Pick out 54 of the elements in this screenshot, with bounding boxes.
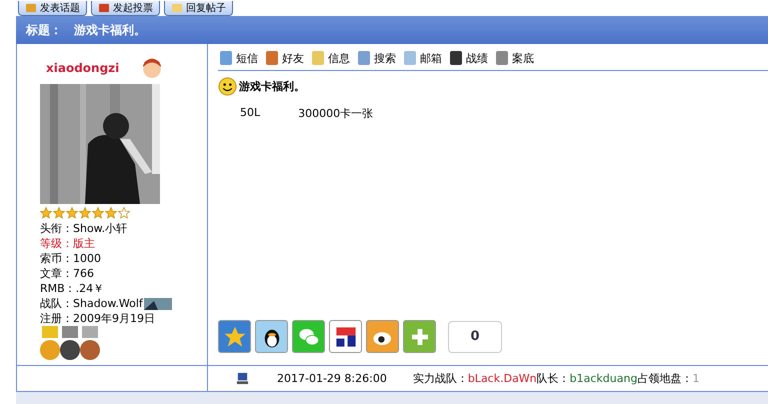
share-button[interactable] [329, 320, 362, 353]
share-count: 0 [448, 320, 502, 352]
toolbar-link[interactable]: 信息 [310, 50, 350, 66]
star-icon [92, 207, 104, 219]
toolbar-button[interactable]: 发表话题 [18, 1, 87, 16]
blocks-icon [334, 324, 358, 348]
toolbar-button[interactable]: 回复帖子 [164, 1, 233, 16]
star-icon [105, 207, 117, 219]
profile-field: 索币：1000 [40, 251, 101, 266]
toolbar-link[interactable]: 战绩 [448, 50, 488, 66]
toolbar-icon [264, 50, 280, 66]
username-link[interactable]: xiaodongzi [46, 61, 120, 75]
profile-field: 头衔：Show.小轩 [40, 221, 128, 236]
toolbar-icon [218, 50, 234, 66]
toolbar-link[interactable]: 搜索 [356, 50, 396, 66]
toolbar-icon [402, 50, 418, 66]
title-label: 标题： [26, 22, 62, 38]
star-icon [118, 207, 130, 219]
toolbar-link[interactable]: 好友 [264, 50, 304, 66]
toolbar-icon [356, 50, 372, 66]
computer-icon [236, 372, 249, 385]
share-button[interactable] [366, 320, 399, 353]
footer-text: 占领地盘： [637, 371, 692, 386]
footer-text: 队长： [536, 371, 570, 386]
share-button[interactable] [255, 320, 288, 353]
medals-drawing [40, 326, 100, 362]
toolbar-button[interactable]: 发起投票 [91, 1, 160, 16]
profile-field: RMB：.24￥ [40, 281, 104, 296]
footer-text: b1ackduang [570, 372, 638, 385]
toolbar-icon [448, 50, 464, 66]
boy-head-icon [141, 57, 164, 79]
profile-field: 注册：2009年9月19日 [40, 311, 155, 326]
toolbar-link[interactable]: 邮箱 [402, 50, 442, 66]
star-icon [66, 207, 78, 219]
post-time: 2017-01-29 8:26:00 [277, 372, 387, 385]
thread-title: 游戏卡福利。 [74, 22, 146, 38]
toolbar-link[interactable]: 短信 [218, 50, 258, 66]
star-icon [222, 324, 246, 348]
footer-text: bLack.DaWn [468, 372, 537, 385]
star-icon [53, 207, 65, 219]
star-icon [79, 207, 91, 219]
post-title: 游戏卡福利。 [239, 79, 305, 94]
post-text: 50L [240, 106, 260, 121]
toolbar-link[interactable]: 案底 [494, 50, 534, 66]
footer-text: 实力战队： [412, 371, 468, 386]
post-text: 300000卡一张 [298, 106, 374, 121]
profile-field: 等级：版主 [40, 236, 95, 251]
star-icon [40, 207, 52, 219]
footer-text: 1 [692, 372, 700, 385]
profile-field: 战队：Shadow.Wolf [40, 296, 143, 311]
toolbar-icon [494, 50, 510, 66]
toolbar-icon [310, 50, 326, 66]
smiley-icon [218, 77, 237, 96]
profile-field: 文章：766 [40, 266, 94, 281]
